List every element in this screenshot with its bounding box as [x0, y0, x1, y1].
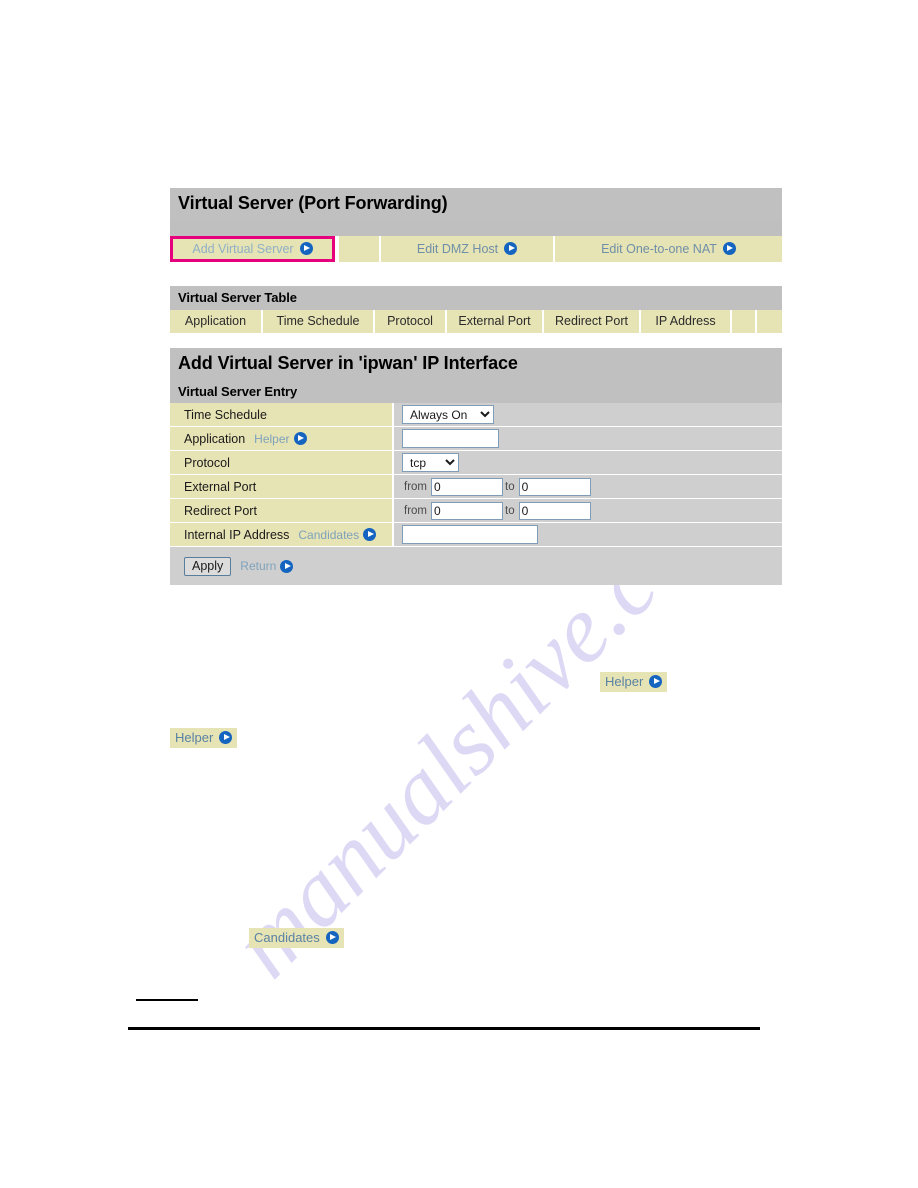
- label-time-schedule: Time Schedule: [170, 403, 394, 427]
- internal-ip-candidates-link[interactable]: Candidates: [298, 527, 377, 542]
- page-watermark: manualshive.com: [0, 0, 918, 1188]
- virtual-server-table: Virtual Server Table Application Time Sc…: [170, 286, 782, 333]
- arrow-right-circle-icon: [363, 528, 377, 542]
- application-helper-link[interactable]: Helper: [254, 431, 307, 446]
- label-redirect-port: Redirect Port: [170, 499, 394, 523]
- column-header-ip-address: IP Address: [641, 309, 732, 333]
- value-application: [394, 427, 782, 450]
- return-link-label: Return: [240, 559, 277, 574]
- entry-form-section-title: Virtual Server Entry: [170, 379, 782, 404]
- label-application: Application Helper: [170, 427, 394, 451]
- virtual-server-table-title: Virtual Server Table: [170, 286, 782, 310]
- external-port-to-input[interactable]: [518, 477, 591, 496]
- column-header-application: Application: [170, 309, 263, 333]
- tab-blank: [339, 235, 379, 262]
- tab-edit-dmz-host-label: Edit DMZ Host: [416, 241, 499, 256]
- column-header-time-schedule: Time Schedule: [263, 309, 375, 333]
- label-protocol: Protocol: [170, 451, 394, 475]
- footer-rule-short: [136, 999, 198, 1001]
- tab-edit-dmz-host[interactable]: Edit DMZ Host: [381, 235, 553, 262]
- return-link[interactable]: Return: [240, 559, 294, 574]
- row-internal-ip-address: Internal IP Address Candidates: [170, 523, 782, 548]
- label-external-port: External Port: [170, 475, 394, 499]
- tab-add-virtual-server-label: Add Virtual Server: [192, 241, 294, 256]
- application-helper-label: Helper: [254, 431, 290, 446]
- external-port-from-label: from: [404, 480, 427, 493]
- tab-edit-one-to-one-nat-label: Edit One-to-one NAT: [601, 241, 717, 256]
- callout-helper-left[interactable]: Helper: [170, 728, 238, 748]
- value-protocol: tcp: [394, 451, 782, 474]
- external-port-from-input[interactable]: [431, 477, 503, 496]
- row-application: Application Helper: [170, 427, 782, 452]
- callout-helper-left-label: Helper: [175, 730, 214, 745]
- label-application-text: Application: [184, 431, 246, 446]
- arrow-right-circle-icon: [299, 242, 313, 256]
- value-internal-ip-address: [394, 523, 782, 546]
- callout-helper-right[interactable]: Helper: [600, 672, 668, 692]
- arrow-right-circle-icon: [280, 559, 294, 573]
- arrow-right-circle-icon: [325, 931, 339, 944]
- value-external-port: from to: [394, 475, 782, 498]
- column-header-blank-1: [732, 309, 757, 333]
- protocol-select[interactable]: tcp: [402, 453, 459, 473]
- arrow-right-circle-icon: [722, 242, 736, 256]
- external-port-to-label: to: [505, 480, 515, 493]
- callout-candidates[interactable]: Candidates: [249, 928, 344, 948]
- callout-candidates-label: Candidates: [254, 930, 320, 945]
- redirect-port-to-label: to: [505, 504, 515, 517]
- label-internal-ip-address: Internal IP Address Candidates: [170, 523, 394, 547]
- virtual-server-entry-form: Add Virtual Server in 'ipwan' IP Interfa…: [170, 348, 782, 586]
- internal-ip-candidates-label: Candidates: [298, 527, 360, 542]
- callout-helper-right-label: Helper: [605, 674, 644, 689]
- time-schedule-select[interactable]: Always On: [402, 405, 494, 425]
- arrow-right-circle-icon: [504, 242, 518, 256]
- redirect-port-from-label: from: [404, 504, 427, 517]
- tab-bar: Add Virtual Server Edit DMZ Host Edit On…: [170, 235, 782, 262]
- row-external-port: External Port from to: [170, 475, 782, 500]
- column-header-external-port: External Port: [447, 309, 544, 333]
- arrow-right-circle-icon: [293, 432, 307, 446]
- apply-button[interactable]: Apply: [184, 556, 232, 576]
- row-protocol: Protocol tcp: [170, 451, 782, 476]
- arrow-right-circle-icon: [219, 731, 233, 744]
- footer-rule-long: [128, 1027, 760, 1030]
- entry-form-title: Add Virtual Server in 'ipwan' IP Interfa…: [170, 348, 782, 380]
- title-spacer: [170, 219, 782, 236]
- page-title: Virtual Server (Port Forwarding): [170, 188, 782, 220]
- label-internal-ip-address-text: Internal IP Address: [184, 527, 290, 542]
- value-redirect-port: from to: [394, 499, 782, 522]
- redirect-port-to-input[interactable]: [518, 501, 591, 520]
- column-header-blank-2: [757, 309, 782, 333]
- value-time-schedule: Always On: [394, 403, 782, 426]
- column-header-redirect-port: Redirect Port: [544, 309, 641, 333]
- internal-ip-address-input[interactable]: [402, 525, 538, 545]
- redirect-port-from-input[interactable]: [431, 501, 503, 520]
- form-action-bar: Apply Return: [170, 547, 782, 586]
- row-redirect-port: Redirect Port from to: [170, 499, 782, 524]
- tab-edit-one-to-one-nat[interactable]: Edit One-to-one NAT: [555, 235, 782, 262]
- virtual-server-panel: Virtual Server (Port Forwarding) Add Vir…: [170, 188, 782, 262]
- virtual-server-table-header: Application Time Schedule Protocol Exter…: [170, 309, 782, 333]
- arrow-right-circle-icon: [649, 675, 663, 688]
- column-header-protocol: Protocol: [375, 309, 447, 333]
- application-input[interactable]: [402, 429, 499, 449]
- row-time-schedule: Time Schedule Always On: [170, 403, 782, 428]
- tab-add-virtual-server[interactable]: Add Virtual Server: [170, 235, 335, 262]
